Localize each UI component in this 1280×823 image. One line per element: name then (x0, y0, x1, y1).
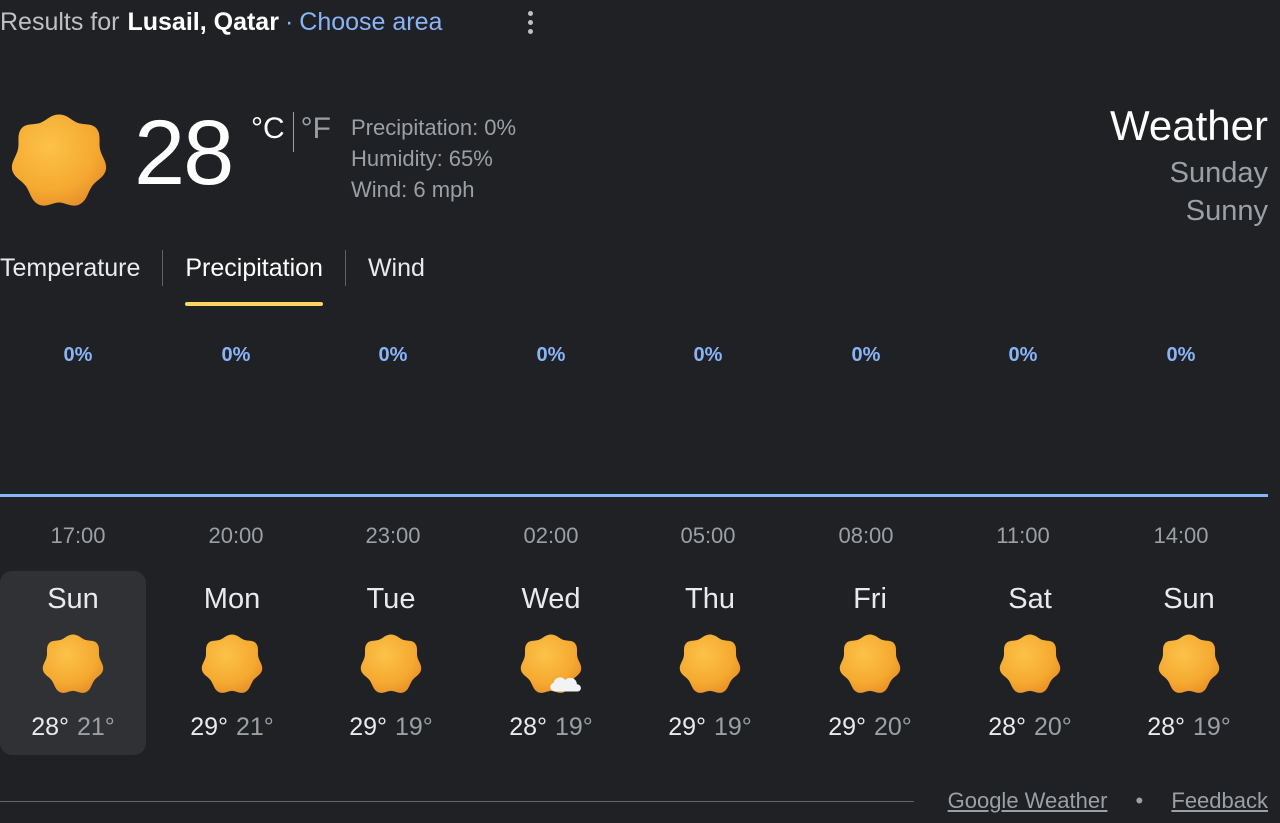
high-temp: 28° (31, 713, 69, 741)
day-name: Sun (1163, 583, 1215, 615)
high-temp: 29° (349, 713, 387, 741)
location-name: Lusail, Qatar (127, 7, 279, 36)
choose-area-link[interactable]: Choose area (299, 8, 442, 37)
weather-summary: Weather Sunday Sunny (1110, 98, 1268, 230)
low-temp: 21° (236, 713, 274, 741)
day-temps: 28° 19° (478, 713, 624, 742)
hour-label: 08:00 (838, 523, 894, 548)
humidity-text: Humidity: 65% (351, 146, 493, 171)
day-name: Fri (853, 583, 887, 615)
low-temp: 19° (555, 713, 593, 741)
high-temp: 29° (828, 713, 866, 741)
hour-label: 05:00 (680, 523, 736, 548)
current-temperature: 28 (134, 102, 234, 204)
day-temps: 28° 21° (0, 713, 146, 742)
day-temps: 29° 21° (159, 713, 305, 742)
results-header: Results for Lusail, Qatar · Choose area (0, 4, 442, 40)
high-temp: 28° (509, 713, 547, 741)
precipitation-text: Precipitation: 0% (351, 115, 517, 140)
tab-divider (344, 250, 346, 286)
day-name: Wed (521, 583, 581, 615)
precip-value: 0% (536, 344, 566, 366)
high-temp: 28° (988, 713, 1026, 741)
day-temps: 28° 20° (957, 713, 1103, 742)
day-card-sun[interactable]: Sun 28° 21° (0, 571, 146, 755)
low-temp: 20° (1034, 713, 1072, 741)
sunny-icon (839, 634, 901, 693)
precip-value: 0% (63, 344, 93, 366)
hour-label: 02:00 (523, 523, 579, 548)
high-temp: 28° (1147, 713, 1185, 741)
sunny-icon (11, 114, 107, 206)
sunny-icon (679, 634, 741, 693)
day-card-mon[interactable]: Mon 29° 21° (159, 571, 305, 755)
weather-title: Weather (1110, 102, 1268, 149)
hour-label: 23:00 (365, 523, 421, 548)
footer-divider (0, 801, 914, 802)
low-temp: 19° (714, 713, 752, 741)
low-temp: 19° (1193, 713, 1231, 741)
hour-label: 14:00 (1153, 523, 1209, 548)
tab-wind[interactable]: Wind (368, 248, 425, 306)
sunny-icon (360, 634, 422, 693)
tab-temperature[interactable]: Temperature (0, 248, 140, 306)
mostly-sunny-icon (520, 634, 582, 693)
summary-condition: Sunny (1185, 195, 1268, 227)
precip-value: 0% (221, 344, 251, 366)
feedback-link[interactable]: Feedback (1171, 788, 1268, 813)
day-card-tue[interactable]: Tue 29° 19° (318, 571, 464, 755)
precip-value: 0% (1008, 344, 1038, 366)
day-temps: 28° 19° (1116, 713, 1262, 742)
separator-dot: · (284, 7, 294, 36)
hour-label: 11:00 (996, 523, 1050, 548)
day-card-fri[interactable]: Fri 29° 20° (797, 571, 943, 755)
low-temp: 20° (874, 713, 912, 741)
hour-label: 20:00 (208, 523, 264, 548)
high-temp: 29° (668, 713, 706, 741)
day-name: Mon (203, 583, 261, 615)
results-prefix: Results for (0, 7, 120, 36)
summary-day: Sunday (1169, 157, 1268, 189)
fahrenheit-button[interactable]: °F (301, 112, 331, 146)
day-name: Sun (47, 583, 99, 615)
chart-baseline (0, 494, 1268, 497)
footer: Google Weather • Feedback (948, 788, 1268, 814)
more-options-icon[interactable] (519, 8, 541, 36)
low-temp: 21° (77, 713, 115, 741)
day-card-sun-next[interactable]: Sun 28° 19° (1116, 571, 1262, 755)
google-weather-link[interactable]: Google Weather (948, 788, 1108, 813)
day-temps: 29° 19° (637, 713, 783, 742)
sunny-icon (999, 634, 1061, 693)
celsius-button[interactable]: °C (251, 112, 285, 146)
sunny-icon (1158, 634, 1220, 693)
wind-text: Wind: 6 mph (351, 177, 475, 202)
footer-bullet: • (1135, 788, 1144, 813)
day-name: Tue (366, 583, 416, 615)
weather-widget: Results for Lusail, Qatar · Choose area … (0, 0, 1280, 823)
day-card-wed[interactable]: Wed 28° 19° (478, 571, 624, 755)
precip-value: 0% (378, 344, 408, 366)
day-temps: 29° 19° (318, 713, 464, 742)
precip-value: 0% (693, 344, 723, 366)
day-name: Thu (685, 583, 735, 615)
sunny-icon (42, 634, 104, 693)
current-details: Precipitation: 0% Humidity: 65% Wind: 6 … (351, 112, 516, 205)
day-temps: 29° 20° (797, 713, 943, 742)
tab-precipitation[interactable]: Precipitation (185, 248, 323, 306)
sunny-icon (201, 634, 263, 693)
precip-value: 0% (1166, 344, 1196, 366)
low-temp: 19° (395, 713, 433, 741)
unit-toggle: °C °F (251, 112, 331, 152)
day-card-sat[interactable]: Sat 28° 20° (957, 571, 1103, 755)
hour-label: 17:00 (50, 523, 106, 548)
precipitation-chart: 0% 0% 0% 0% 0% 0% 0% 0% (0, 330, 1268, 510)
unit-divider (292, 112, 294, 152)
chart-tabs: Temperature Precipitation Wind (0, 248, 425, 308)
day-name: Sat (1008, 583, 1052, 615)
high-temp: 29° (190, 713, 228, 741)
precip-value: 0% (851, 344, 881, 366)
tab-divider (162, 250, 164, 286)
day-card-thu[interactable]: Thu 29° 19° (637, 571, 783, 755)
